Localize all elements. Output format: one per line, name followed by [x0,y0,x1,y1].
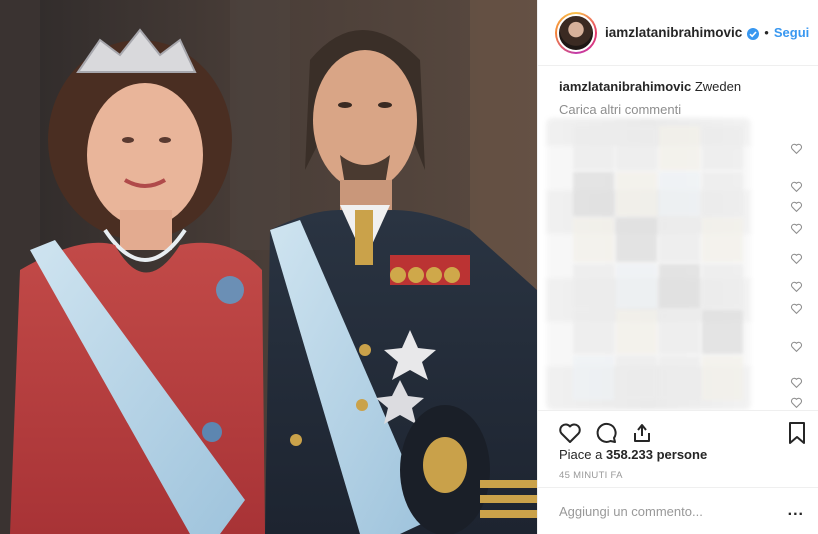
post-timestamp[interactable]: 45 MINUTI FA [559,470,623,481]
add-comment-bar: ... [538,487,818,534]
comment-like-heart-icon[interactable] [790,180,803,193]
share-icon [634,423,650,442]
post-header: iamzlatanibrahimovic • Segui [538,0,818,66]
comments-section: iamzlatanibrahimovic Zweden Carica altri… [538,66,818,410]
comment-button[interactable] [593,420,619,446]
comment-like-heart-icon[interactable] [790,142,803,155]
likes-suffix: persone [652,447,708,462]
comment-like-heart-icon[interactable] [790,396,803,409]
comment-like-heart-icon[interactable] [790,252,803,265]
post-caption: iamzlatanibrahimovic Zweden [559,78,802,96]
caption-username[interactable]: iamzlatanibrahimovic [559,79,691,94]
load-more-comments-button[interactable]: Carica altri commenti [559,102,802,117]
save-button[interactable] [784,420,810,446]
comment-like-heart-icon[interactable] [790,302,803,315]
comment-like-heart-icon[interactable] [790,200,803,213]
verified-badge-icon [747,27,760,40]
likes-prefix: Piace a [559,447,606,462]
bookmark-icon [789,421,805,444]
likes-number: 358.233 [605,447,653,462]
avatar[interactable] [557,13,595,52]
follow-button[interactable]: Segui [774,25,809,40]
post-photo[interactable] [0,0,537,534]
comment-like-heart-icon[interactable] [790,222,803,235]
post-side-panel: iamzlatanibrahimovic • Segui iamzlatanib… [537,0,818,534]
share-button[interactable] [629,420,655,446]
post-actions-bar [538,410,818,448]
comment-icon [596,422,617,443]
caption-text: Zweden [694,79,742,94]
comment-input[interactable] [559,503,788,519]
blurred-comments-pixelation [573,126,743,406]
comment-like-heart-icon[interactable] [790,376,803,389]
separator-dot: • [764,25,769,40]
avatar-story-ring[interactable] [555,11,597,54]
comment-like-heart-icon[interactable] [790,340,803,353]
more-options-icon[interactable]: ... [788,502,804,520]
likes-count[interactable]: Piace a 358.233 persone [559,447,707,462]
like-button[interactable] [557,420,583,446]
post-username[interactable]: iamzlatanibrahimovic [605,25,742,40]
comment-like-heart-icon[interactable] [790,280,803,293]
post-image [0,0,537,534]
heart-icon [559,423,581,443]
